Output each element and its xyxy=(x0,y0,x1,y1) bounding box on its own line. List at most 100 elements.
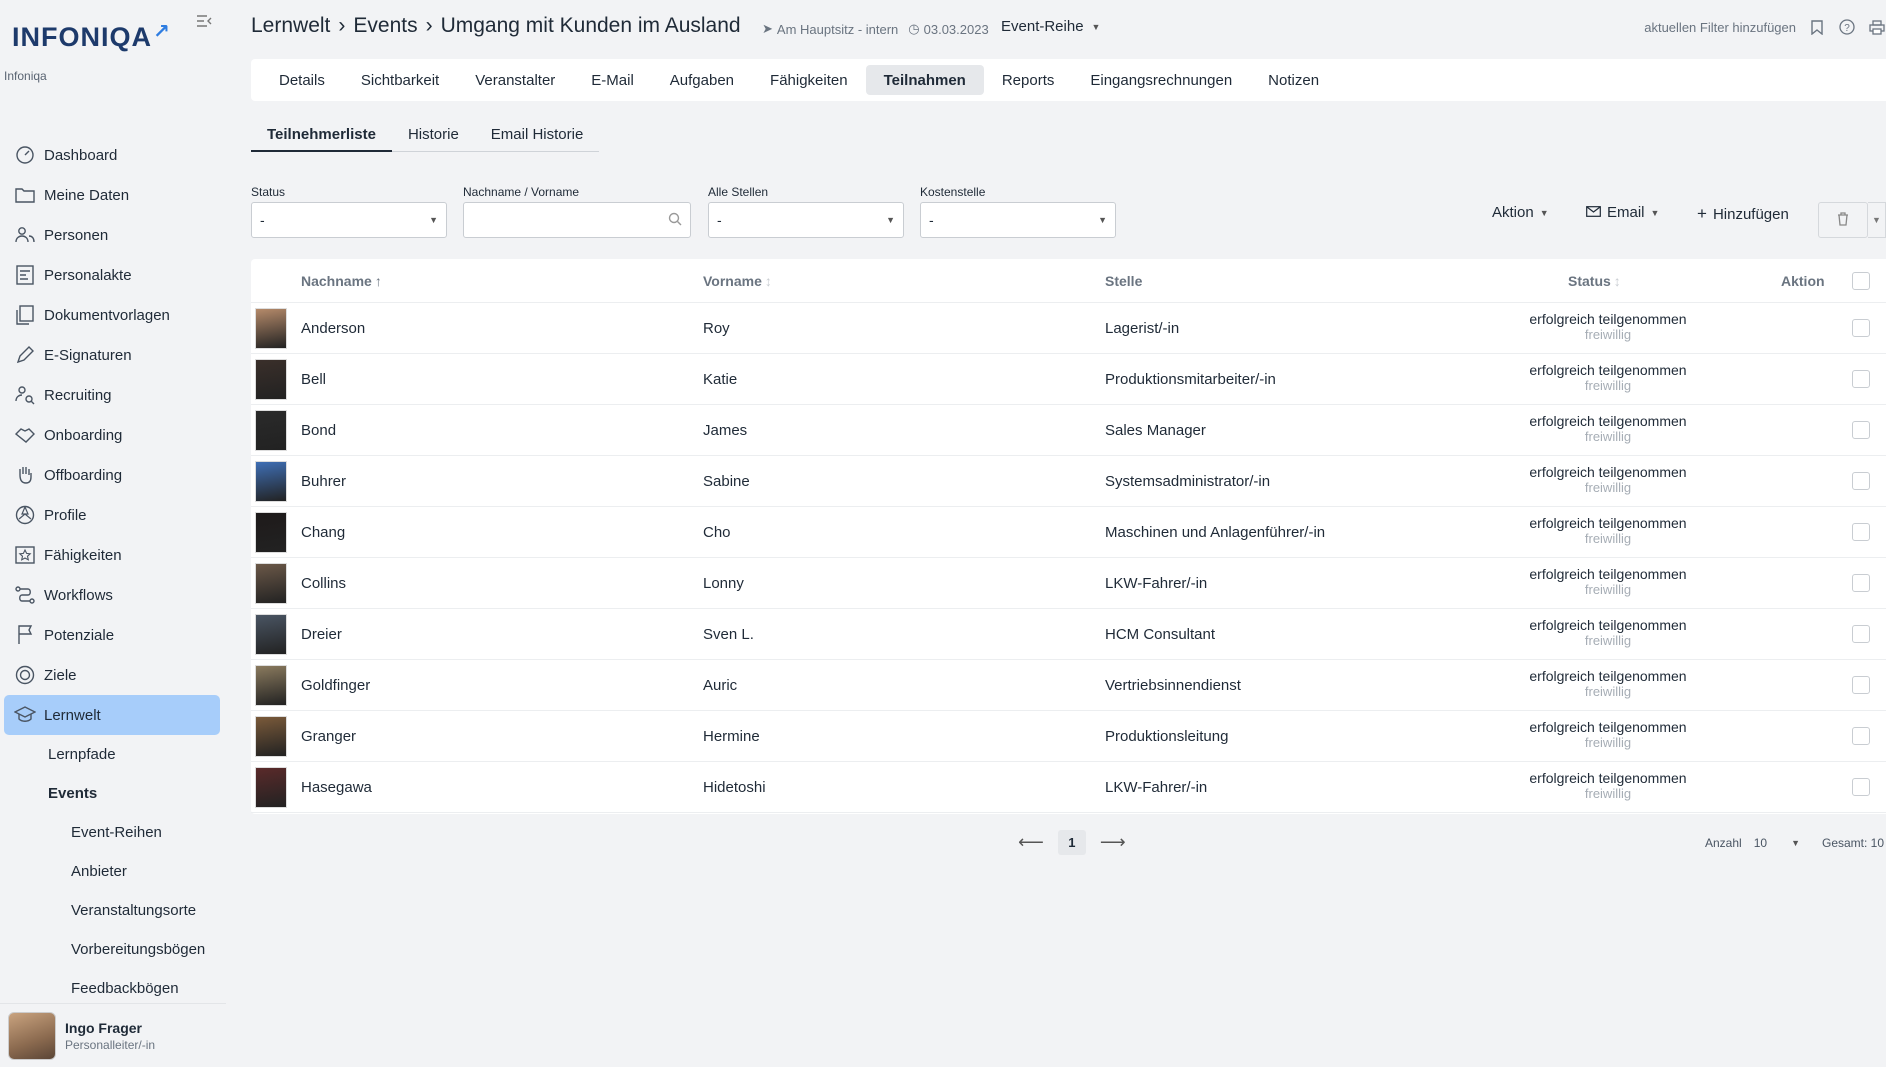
col-nachname[interactable]: Nachname ↑ xyxy=(301,273,382,289)
sidebar-item-workflows[interactable]: Workflows xyxy=(4,575,220,615)
sidebar-item-profile[interactable]: Profile xyxy=(4,495,220,535)
tab-details[interactable]: Details xyxy=(261,65,343,95)
table-row[interactable]: Dreier Sven L. HCM Consultant erfolgreich t… xyxy=(251,609,1886,660)
logo[interactable]: INFONIQA ↗ xyxy=(12,21,170,53)
row-checkbox[interactable] xyxy=(1852,727,1870,745)
cell-nachname[interactable]: Chang xyxy=(301,524,345,541)
row-checkbox[interactable] xyxy=(1852,472,1870,490)
cell-nachname[interactable]: Anderson xyxy=(301,320,365,337)
select-all-checkbox[interactable] xyxy=(1852,272,1870,290)
tab-veranstalter[interactable]: Veranstalter xyxy=(457,65,573,95)
sidebar-item-recruiting[interactable]: Recruiting xyxy=(4,375,220,415)
col-stelle[interactable]: Stelle xyxy=(1105,273,1142,289)
page-size-select[interactable]: 10 ▼ xyxy=(1754,836,1800,850)
name-search-input[interactable] xyxy=(463,202,691,238)
table-row[interactable]: Anderson Roy Lagerist/-in erfolgreich teilg… xyxy=(251,303,1886,354)
col-status[interactable]: Status ↕ xyxy=(1568,273,1621,289)
sidebar-item-potenziale[interactable]: Potenziale xyxy=(4,615,220,655)
status-select[interactable]: - ▼ xyxy=(251,202,447,238)
sidebar-item-e-signaturen[interactable]: E-Signaturen xyxy=(4,335,220,375)
tab-reports[interactable]: Reports xyxy=(984,65,1073,95)
sidebar-item-onboarding[interactable]: Onboarding xyxy=(4,415,220,455)
event-date: 03.03.2023 xyxy=(923,21,989,37)
sidebar-subitem-events[interactable]: Events xyxy=(4,774,220,813)
sidebar-item-meine-daten[interactable]: Meine Daten xyxy=(4,175,220,215)
cell-vorname: Roy xyxy=(703,320,730,337)
sidebar-item-ziele[interactable]: Ziele xyxy=(4,655,220,695)
sidebar-item-fähigkeiten[interactable]: Fähigkeiten xyxy=(4,535,220,575)
event-type-dropdown[interactable]: Event-Reihe ▼ xyxy=(1001,18,1100,35)
sidebar-subitem-vorbereitungsboegen[interactable]: Vorbereitungsbögen xyxy=(4,930,220,969)
cell-status: erfolgreich teilgenommen freiwillig xyxy=(1513,719,1703,750)
tab-e-mail[interactable]: E-Mail xyxy=(573,65,652,95)
tab-notizen[interactable]: Notizen xyxy=(1250,65,1337,95)
sidebar-item-lernwelt[interactable]: Lernwelt xyxy=(4,695,220,735)
sidebar-item-dashboard[interactable]: Dashboard xyxy=(4,135,220,175)
cell-nachname[interactable]: Bell xyxy=(301,371,326,388)
tab-eingangsrechnungen[interactable]: Eingangsrechnungen xyxy=(1072,65,1250,95)
file-person-icon xyxy=(14,264,36,286)
row-checkbox[interactable] xyxy=(1852,574,1870,592)
add-participant-button[interactable]: + Hinzufügen xyxy=(1697,204,1789,224)
breadcrumb-lernwelt[interactable]: Lernwelt xyxy=(251,14,330,38)
help-icon[interactable]: ? xyxy=(1838,18,1856,36)
bookmark-icon[interactable] xyxy=(1808,18,1826,36)
cell-nachname[interactable]: Bond xyxy=(301,422,336,439)
kostenstelle-filter-label: Kostenstelle xyxy=(920,185,986,199)
sidebar-subitem-lernpfade[interactable]: Lernpfade xyxy=(4,735,220,774)
cell-nachname[interactable]: Buhrer xyxy=(301,473,346,490)
subtab-teilnehmerliste[interactable]: Teilnehmerliste xyxy=(251,118,392,152)
sidebar-item-dokumentvorlagen[interactable]: Dokumentvorlagen xyxy=(4,295,220,335)
cell-nachname[interactable]: Granger xyxy=(301,728,356,745)
row-checkbox[interactable] xyxy=(1852,370,1870,388)
table-row[interactable]: Chang Cho Maschinen und Anlagenführer/-in e… xyxy=(251,507,1886,558)
row-checkbox[interactable] xyxy=(1852,421,1870,439)
cell-nachname[interactable]: Hasegawa xyxy=(301,779,372,796)
collapse-sidebar-icon[interactable] xyxy=(196,14,214,30)
cell-nachname[interactable]: Goldfinger xyxy=(301,677,370,694)
table-row[interactable]: Goldfinger Auric Vertriebsinnendienst erfol… xyxy=(251,660,1886,711)
subtab-email-historie[interactable]: Email Historie xyxy=(474,118,600,152)
row-checkbox[interactable] xyxy=(1852,625,1870,643)
more-options-button[interactable]: ▼ xyxy=(1868,202,1886,238)
print-icon[interactable] xyxy=(1868,18,1886,36)
sidebar-item-label: Workflows xyxy=(44,586,113,604)
row-checkbox[interactable] xyxy=(1852,778,1870,796)
sidebar-item-offboarding[interactable]: Offboarding xyxy=(4,455,220,495)
col-vorname[interactable]: Vorname ↕ xyxy=(703,273,772,289)
sidebar-item-personen[interactable]: Personen xyxy=(4,215,220,255)
email-dropdown-button[interactable]: Email ▼ xyxy=(1586,204,1659,221)
tab-sichtbarkeit[interactable]: Sichtbarkeit xyxy=(343,65,457,95)
stellen-select[interactable]: - ▼ xyxy=(708,202,904,238)
aktion-dropdown-button[interactable]: Aktion ▼ xyxy=(1492,204,1549,221)
next-page-icon[interactable]: ⟶ xyxy=(1100,832,1126,853)
participant-avatar xyxy=(255,410,287,451)
table-row[interactable]: Bell Katie Produktionsmitarbeiter/-in erfol… xyxy=(251,354,1886,405)
delete-button[interactable] xyxy=(1818,202,1868,238)
row-checkbox[interactable] xyxy=(1852,523,1870,541)
cell-nachname[interactable]: Collins xyxy=(301,575,346,592)
add-filter-link[interactable]: aktuellen Filter hinzufügen xyxy=(1644,20,1796,35)
envelope-icon xyxy=(1586,204,1601,221)
table-row[interactable]: Granger Hermine Produktionsleitung erfolgre… xyxy=(251,711,1886,762)
sidebar-subitem-veranstaltungsorte[interactable]: Veranstaltungsorte xyxy=(4,891,220,930)
tab-fähigkeiten[interactable]: Fähigkeiten xyxy=(752,65,866,95)
table-row[interactable]: Hasegawa Hidetoshi LKW-Fahrer/-in erfolgrei… xyxy=(251,762,1886,813)
sidebar-subitem-anbieter[interactable]: Anbieter xyxy=(4,852,220,891)
page-number[interactable]: 1 xyxy=(1057,830,1086,855)
breadcrumb-events[interactable]: Events xyxy=(353,14,417,38)
cell-nachname[interactable]: Dreier xyxy=(301,626,342,643)
table-row[interactable]: Collins Lonny LKW-Fahrer/-in erfolgreich te… xyxy=(251,558,1886,609)
table-row[interactable]: Bond James Sales Manager erfolgreich teilge… xyxy=(251,405,1886,456)
subtab-historie[interactable]: Historie xyxy=(391,118,475,152)
table-row[interactable]: Buhrer Sabine Systemsadministrator/-in erfo… xyxy=(251,456,1886,507)
row-checkbox[interactable] xyxy=(1852,319,1870,337)
tab-aufgaben[interactable]: Aufgaben xyxy=(652,65,752,95)
sidebar-item-personalakte[interactable]: Personalakte xyxy=(4,255,220,295)
tab-teilnahmen[interactable]: Teilnahmen xyxy=(865,65,984,95)
kostenstelle-select[interactable]: - ▼ xyxy=(920,202,1116,238)
row-checkbox[interactable] xyxy=(1852,676,1870,694)
sidebar-subitem-event-reihen[interactable]: Event-Reihen xyxy=(4,813,220,852)
prev-page-icon[interactable]: ⟵ xyxy=(1018,832,1044,853)
user-card[interactable]: Ingo Frager Personalleiter/-in xyxy=(0,1003,226,1067)
